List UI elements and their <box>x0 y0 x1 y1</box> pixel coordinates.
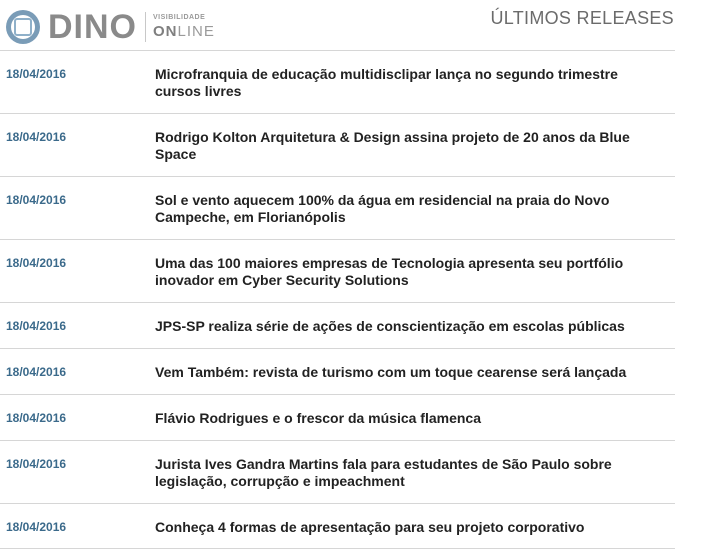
logo-wordmark: DINO <box>48 8 137 46</box>
release-title-link[interactable]: Conheça 4 formas de apresentação para se… <box>155 519 655 536</box>
release-title-link[interactable]: Uma das 100 maiores empresas de Tecnolog… <box>155 255 655 289</box>
releases-list: 18/04/2016 Microfranquia de educação mul… <box>0 50 675 549</box>
logo-tagline-top: VISIBILIDADE <box>153 14 206 21</box>
release-date: 18/04/2016 <box>6 411 67 425</box>
release-date: 18/04/2016 <box>6 256 67 270</box>
logo-tagline-line: LINE <box>177 23 215 40</box>
release-row[interactable]: 18/04/2016 Microfranquia de educação mul… <box>0 50 675 113</box>
release-title-link[interactable]: Vem Também: revista de turismo com um to… <box>155 364 655 381</box>
release-date: 18/04/2016 <box>6 520 67 534</box>
logo-tagline-bottom: ONLINE <box>153 23 215 41</box>
release-date: 18/04/2016 <box>6 319 67 333</box>
logo-divider <box>145 12 146 42</box>
release-date: 18/04/2016 <box>6 365 67 379</box>
release-title-link[interactable]: JPS-SP realiza série de ações de conscie… <box>155 318 655 335</box>
dino-logo[interactable]: DINO VISIBILIDADE ONLINE <box>6 9 215 45</box>
logo-tagline-on: ON <box>153 23 178 40</box>
release-row[interactable]: 18/04/2016 Sol e vento aquecem 100% da á… <box>0 176 675 239</box>
release-row[interactable]: 18/04/2016 Flávio Rodrigues e o frescor … <box>0 394 675 440</box>
release-title-link[interactable]: Rodrigo Kolton Arquitetura & Design assi… <box>155 129 655 163</box>
release-title-link[interactable]: Microfranquia de educação multidisclipar… <box>155 66 655 100</box>
header: DINO VISIBILIDADE ONLINE ÚLTIMOS RELEASE… <box>0 0 705 50</box>
release-title-link[interactable]: Jurista Ives Gandra Martins fala para es… <box>155 456 655 490</box>
release-row[interactable]: 18/04/2016 JPS-SP realiza série de ações… <box>0 302 675 348</box>
release-date: 18/04/2016 <box>6 130 67 144</box>
list-bottom-divider <box>0 548 675 549</box>
release-row[interactable]: 18/04/2016 Vem Também: revista de turism… <box>0 348 675 394</box>
release-date: 18/04/2016 <box>6 193 67 207</box>
release-row[interactable]: 18/04/2016 Conheça 4 formas de apresenta… <box>0 503 675 549</box>
release-title-link[interactable]: Sol e vento aquecem 100% da água em resi… <box>155 192 655 226</box>
logo-tagline: VISIBILIDADE ONLINE <box>153 13 215 41</box>
release-row[interactable]: 18/04/2016 Uma das 100 maiores empresas … <box>0 239 675 302</box>
section-title: ÚLTIMOS RELEASES <box>490 8 674 28</box>
release-row[interactable]: 18/04/2016 Rodrigo Kolton Arquitetura & … <box>0 113 675 176</box>
release-title-link[interactable]: Flávio Rodrigues e o frescor da música f… <box>155 410 655 427</box>
dino-logo-icon <box>6 10 40 44</box>
release-row[interactable]: 18/04/2016 Jurista Ives Gandra Martins f… <box>0 440 675 503</box>
release-date: 18/04/2016 <box>6 457 67 471</box>
release-date: 18/04/2016 <box>6 67 67 81</box>
